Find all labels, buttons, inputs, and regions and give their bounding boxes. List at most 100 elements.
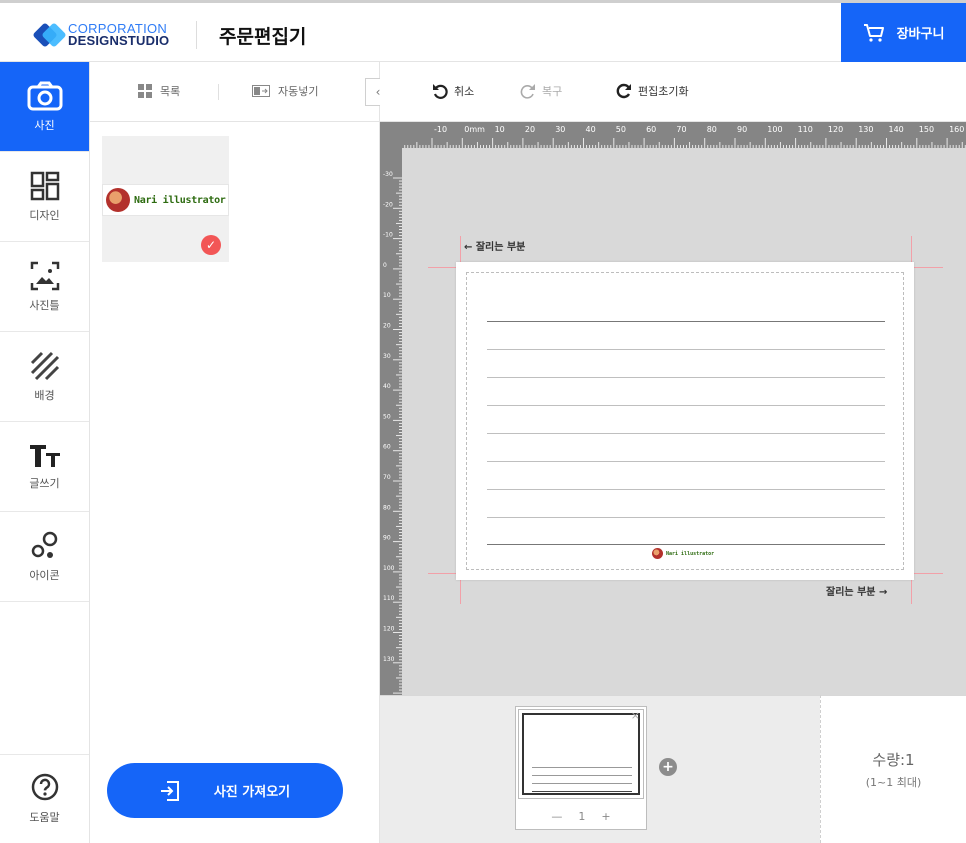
ruler-left: -30 -20 -10 0 10 20 30 40 50 60 70 80 90 100 110 120 130 — [380, 148, 402, 695]
preview-line — [532, 767, 632, 768]
ruler-top-label: 140 — [889, 125, 904, 134]
nav-item-text[interactable]: 글쓰기 — [0, 422, 89, 512]
reset-edit-button[interactable]: 편집초기화 — [616, 83, 689, 99]
tab-list[interactable]: 목록 — [138, 83, 180, 99]
cut-area-label-left: ← 잘리는 부분 — [464, 242, 526, 253]
top-bar: CORPORATION DESIGNSTUDIO 주문편집기 장바구니 — [0, 0, 966, 62]
redo-button[interactable]: 복구 — [520, 83, 562, 99]
tab-autofill[interactable]: 자동넣기 — [252, 83, 318, 99]
paper-logo[interactable]: Nari illustrator — [652, 548, 714, 559]
paper-logo-avatar — [652, 548, 663, 559]
ruler-top-label: 20 — [525, 125, 535, 134]
help-icon — [31, 773, 58, 801]
ruler-left-label: 40 — [383, 383, 391, 390]
nav-item-frame[interactable]: 사진틀 — [0, 242, 89, 332]
ruler-top-label: 160 — [949, 125, 964, 134]
ruler-left-label: 70 — [383, 474, 391, 481]
page-card[interactable]: × — 1 + — [515, 706, 647, 830]
ruler-top-label: 120 — [828, 125, 843, 134]
quantity-box: 수량:1 (1~1 최대) — [820, 695, 966, 843]
ruler-left-label: 0 — [383, 262, 387, 269]
edit-canvas[interactable]: -10 0mm 10 20 30 40 50 60 70 80 90 100 110 120 130 140 1… — [380, 122, 966, 695]
left-nav: 사진 디자인 사진틀 배경 글쓰기 아이콘 도움말 — [0, 62, 90, 843]
preview-line — [532, 783, 632, 784]
design-paper[interactable]: Nari illustrator — [456, 262, 914, 580]
nav-item-icon[interactable]: 아이콘 — [0, 512, 89, 602]
import-icon — [160, 780, 179, 801]
add-page-button[interactable]: + — [659, 758, 677, 776]
writing-line — [487, 517, 885, 518]
nav-label-text: 글쓰기 — [29, 476, 60, 490]
avatar — [106, 188, 130, 212]
nav-item-help[interactable]: 도움말 — [0, 754, 89, 843]
nav-label-help: 도움말 — [29, 811, 60, 824]
nav-label-icon: 아이콘 — [29, 568, 60, 582]
page-plus-button[interactable]: + — [601, 810, 610, 823]
ruler-top-label: 30 — [555, 125, 565, 134]
ruler-left-scale: -30 -20 -10 0 10 20 30 40 50 60 70 80 90 100 110 120 130 — [383, 171, 402, 694]
ruler-top-label: 50 — [616, 125, 626, 134]
page-close-icon[interactable]: × — [631, 709, 640, 722]
writing-line — [487, 321, 885, 322]
writing-line — [487, 544, 885, 545]
page-strip: × — 1 + + — [380, 695, 820, 843]
ruler-left-label: 30 — [383, 353, 391, 360]
ruler-top-label: 40 — [586, 125, 596, 134]
ruler-left-label: 120 — [383, 626, 395, 633]
preview-line — [532, 791, 632, 792]
tab-list-label: 목록 — [160, 85, 181, 98]
ruler-top-label: 80 — [707, 125, 717, 134]
ruler-left-label: 20 — [383, 323, 391, 330]
nav-label-background: 배경 — [34, 388, 55, 402]
nav-label-design: 디자인 — [29, 208, 60, 222]
writing-line — [487, 461, 885, 462]
ruler-top-label: 90 — [737, 125, 747, 134]
photo-thumbnail-image: Nari illustrator — [102, 184, 229, 216]
camera-icon — [27, 81, 62, 110]
cut-area-label-right: 잘리는 부분 → — [826, 587, 888, 598]
nav-item-design[interactable]: 디자인 — [0, 152, 89, 242]
undo-icon — [433, 84, 448, 99]
shapes-icon — [31, 531, 57, 558]
header-divider — [196, 21, 197, 49]
tab-autofill-label: 자동넣기 — [278, 85, 319, 98]
page-stepper: — 1 + — [516, 803, 646, 829]
quantity-range: (1~1 최대) — [865, 776, 922, 789]
page-title: 주문편집기 — [219, 26, 307, 48]
autofill-icon — [252, 85, 270, 97]
brand-logo[interactable]: CORPORATION DESIGNSTUDIO — [32, 22, 170, 48]
ruler-left-label: 100 — [383, 565, 395, 572]
page-preview-frame — [522, 713, 640, 795]
writing-line — [487, 489, 885, 490]
nav-label-photo: 사진 — [34, 118, 55, 132]
grid-icon — [138, 84, 152, 98]
cart-icon — [863, 23, 884, 42]
text-icon — [29, 444, 60, 467]
paper-logo-text: Nari illustrator — [666, 550, 715, 557]
stripes-icon — [30, 351, 59, 380]
import-photo-button[interactable]: 사진 가져오기 — [107, 763, 343, 818]
nav-item-photo[interactable]: 사진 — [0, 62, 89, 152]
ruler-top: -10 0mm 10 20 30 40 50 60 70 80 90 100 110 120 130 140 1… — [380, 122, 966, 148]
redo-label: 복구 — [542, 85, 563, 98]
selected-check-icon: ✓ — [201, 235, 221, 255]
writing-line — [487, 377, 885, 378]
writing-line — [487, 349, 885, 350]
photo-thumbnail[interactable]: Nari illustrator ✓ — [102, 136, 229, 262]
page-minus-button[interactable]: — — [551, 810, 562, 823]
redo-icon — [520, 84, 535, 99]
ruler-left-label: -20 — [383, 201, 393, 208]
photo-frame-icon — [30, 261, 59, 290]
page-number: 1 — [578, 809, 586, 823]
import-photo-label: 사진 가져오기 — [213, 785, 291, 800]
undo-button[interactable]: 취소 — [432, 83, 474, 99]
ruler-top-label: -10 — [434, 125, 447, 134]
ruler-top-label: 130 — [858, 125, 873, 134]
brand-logo-line2: DESIGNSTUDIO — [68, 33, 170, 48]
nav-item-background[interactable]: 배경 — [0, 332, 89, 422]
ruler-left-label: 60 — [383, 444, 391, 451]
ruler-top-label: 60 — [646, 125, 656, 134]
photo-panel: 목록 자동넣기 ‹ Nari illustrator ✓ 사진 가져오기 — [90, 62, 391, 843]
cart-button[interactable]: 장바구니 — [841, 3, 966, 62]
ruler-top-scale: -10 0mm 10 20 30 40 50 60 70 80 90 100 110 120 130 140 1… — [404, 125, 966, 148]
